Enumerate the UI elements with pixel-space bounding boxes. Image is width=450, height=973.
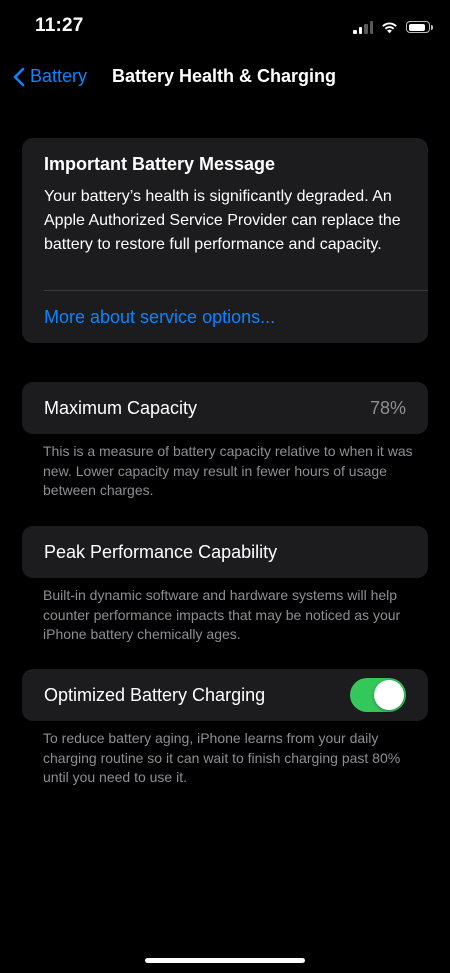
divider <box>44 290 428 291</box>
page-title: Battery Health & Charging <box>112 66 337 86</box>
status-bar: 11:27 <box>0 0 450 54</box>
maximum-capacity-row: Maximum Capacity 78% <box>22 382 428 434</box>
home-indicator[interactable] <box>145 958 305 963</box>
maximum-capacity-label: Maximum Capacity <box>44 398 198 418</box>
toggle-knob <box>374 680 404 710</box>
battery-message-card: Important Battery Message Your battery’s… <box>22 138 428 343</box>
peak-performance-row[interactable]: Peak Performance Capability <box>22 526 428 578</box>
cellular-signal-icon <box>353 20 373 34</box>
service-options-link[interactable]: More about service options... <box>44 307 275 328</box>
battery-icon <box>406 21 433 33</box>
back-button[interactable]: Battery <box>13 66 87 87</box>
optimized-charging-footnote: To reduce battery aging, iPhone learns f… <box>43 730 401 785</box>
status-icons <box>353 17 433 37</box>
battery-level-fill <box>408 23 425 31</box>
message-title: Important Battery Message <box>44 154 276 174</box>
maximum-capacity-value: 78% <box>369 398 406 418</box>
peak-performance-footnote: Built-in dynamic software and hardware s… <box>43 587 401 642</box>
status-time: 11:27 <box>35 15 84 36</box>
back-button-label: Battery <box>30 66 88 86</box>
optimized-charging-toggle[interactable] <box>350 678 406 712</box>
maximum-capacity-footnote: This is a measure of battery capacity re… <box>43 443 413 498</box>
chevron-left-icon <box>13 67 25 86</box>
navigation-bar: Battery Battery Health & Charging <box>0 58 450 96</box>
optimized-charging-label: Optimized Battery Charging <box>44 685 266 705</box>
optimized-charging-row: Optimized Battery Charging <box>22 669 428 721</box>
peak-performance-label: Peak Performance Capability <box>44 542 278 562</box>
wifi-icon <box>382 22 397 33</box>
message-body: Your battery’s health is significantly d… <box>44 188 401 253</box>
